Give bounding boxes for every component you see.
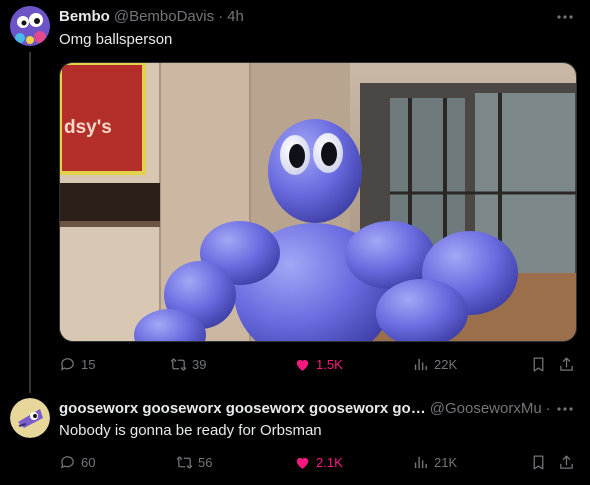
avatar[interactable] xyxy=(10,398,50,438)
post-header: Bembo @BemboDavis · 4h xyxy=(59,6,244,26)
separator-dot: · xyxy=(218,7,224,25)
repost-count: 39 xyxy=(192,357,207,372)
views-count: 21K xyxy=(434,455,458,470)
post-bembo[interactable]: Bembo @BemboDavis · 4h Omg ballsperson d… xyxy=(0,0,590,390)
views-icon xyxy=(414,358,427,371)
reply-icon xyxy=(60,358,74,371)
display-name[interactable]: gooseworx gooseworx gooseworx gooseworx … xyxy=(59,400,426,417)
views-button[interactable]: 21K xyxy=(412,454,457,471)
views-icon xyxy=(414,456,427,469)
post-actions: 15 39 1.5K 22K xyxy=(59,356,577,376)
post-time[interactable]: 4h xyxy=(227,8,244,25)
post-media-image[interactable]: dsy's xyxy=(59,62,577,342)
heart-icon xyxy=(296,457,309,469)
post-header: gooseworx gooseworx gooseworx gooseworx … xyxy=(59,398,549,418)
views-button[interactable]: 22K xyxy=(412,356,457,373)
repost-icon xyxy=(176,456,193,469)
repost-count: 56 xyxy=(198,455,213,470)
more-icon[interactable] xyxy=(556,400,574,421)
display-name[interactable]: Bembo xyxy=(59,8,110,25)
heart-icon xyxy=(296,359,309,371)
views-count: 22K xyxy=(434,357,458,372)
reply-button[interactable]: 60 xyxy=(59,454,95,471)
reply-button[interactable]: 15 xyxy=(59,356,95,373)
repost-icon xyxy=(170,358,187,371)
repost-button[interactable]: 56 xyxy=(176,454,212,471)
repost-button[interactable]: 39 xyxy=(170,356,206,373)
user-handle[interactable]: @GooseworxMu xyxy=(430,400,542,417)
bookmark-icon[interactable] xyxy=(530,454,547,476)
reply-count: 60 xyxy=(81,455,96,470)
share-icon[interactable] xyxy=(558,356,575,378)
like-count: 1.5K xyxy=(316,357,343,372)
like-button[interactable]: 2.1K xyxy=(294,454,343,471)
user-handle[interactable]: @BemboDavis xyxy=(114,8,214,25)
like-button[interactable]: 1.5K xyxy=(294,356,343,373)
share-icon[interactable] xyxy=(558,454,575,476)
post-text: Omg ballsperson xyxy=(59,31,173,48)
like-count: 2.1K xyxy=(316,455,343,470)
post-text: Nobody is gonna be ready for Orbsman xyxy=(59,422,322,439)
reply-icon xyxy=(60,456,74,469)
reply-count: 15 xyxy=(81,357,96,372)
bookmark-icon[interactable] xyxy=(530,356,547,378)
sign-text: dsy's xyxy=(64,117,112,138)
more-icon[interactable] xyxy=(556,8,574,29)
post-actions: 60 56 2.1K 21K xyxy=(59,454,577,474)
separator-dot: · xyxy=(546,400,549,417)
avatar[interactable] xyxy=(10,6,50,46)
